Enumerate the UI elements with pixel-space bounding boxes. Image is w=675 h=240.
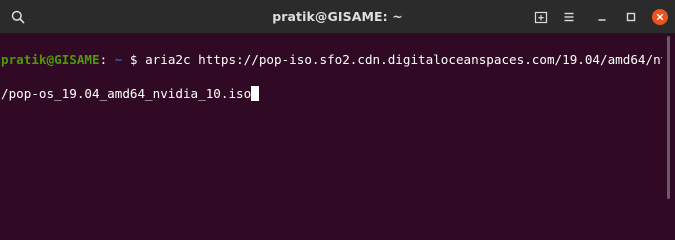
search-button[interactable] [6, 5, 30, 29]
new-tab-button[interactable] [529, 5, 553, 29]
maximize-icon [626, 12, 636, 22]
terminal-output[interactable]: pratik@GISAME: ~ $ aria2c https://pop-is… [0, 34, 675, 201]
command-text-part2: /pop-os_19.04_amd64_nvidia_10.iso [1, 86, 252, 101]
command-line-2: /pop-os_19.04_amd64_nvidia_10.iso [1, 85, 662, 102]
hamburger-menu-icon [564, 12, 574, 22]
search-icon [11, 10, 25, 24]
maximize-button[interactable] [619, 5, 643, 29]
prompt-user-host: pratik@GISAME [1, 52, 100, 67]
close-button-circle [652, 9, 668, 25]
scrollbar-thumb[interactable] [667, 36, 670, 199]
minimize-icon [598, 19, 606, 21]
scrollbar[interactable] [662, 34, 675, 201]
close-icon [656, 13, 664, 21]
new-tab-icon [534, 11, 548, 24]
close-button[interactable] [648, 5, 672, 29]
prompt-path: ~ [107, 52, 123, 67]
titlebar[interactable]: pratik@GISAME: ~ [0, 0, 675, 34]
prompt-symbol: $ [122, 52, 146, 67]
terminal-window: pratik@GISAME: ~ pratik@GISAME: ~ $ aria… [0, 0, 675, 201]
menu-button[interactable] [557, 5, 581, 29]
minimize-button[interactable] [590, 5, 614, 29]
command-line-1: pratik@GISAME: ~ $ aria2c https://pop-is… [1, 51, 675, 68]
text-cursor [251, 86, 260, 101]
command-text-part1: aria2c https://pop-iso.sfo2.cdn.digitalo… [145, 52, 675, 67]
